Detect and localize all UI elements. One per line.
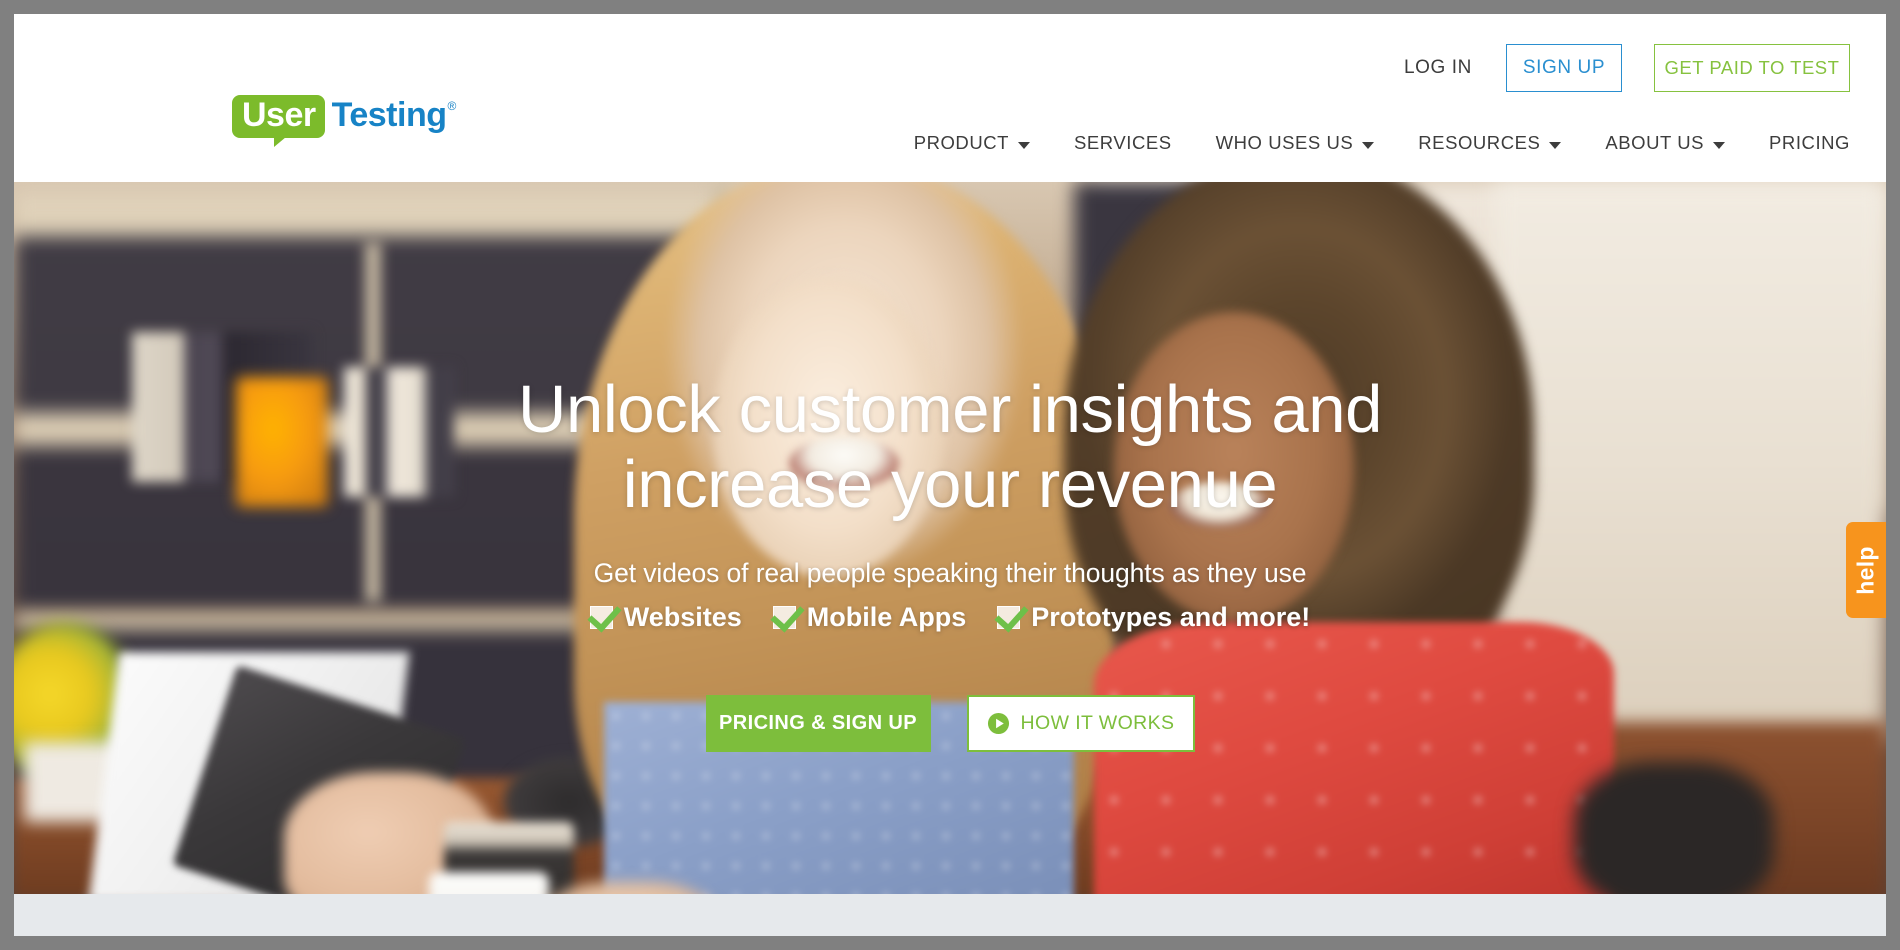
feature-label: Websites <box>623 602 742 633</box>
nav-label: SERVICES <box>1074 132 1172 153</box>
chevron-down-icon <box>1362 141 1375 149</box>
how-it-works-button[interactable]: HOW IT WORKS <box>966 695 1195 753</box>
logo-word-text: Testing <box>331 96 447 134</box>
nav-item-who-uses-us[interactable]: WHO USES US <box>1216 132 1375 154</box>
get-paid-to-test-button[interactable]: GET PAID TO TEST <box>1654 44 1850 92</box>
checkbox-checked-icon <box>997 606 1021 630</box>
help-tab-label: help <box>1852 545 1879 595</box>
browser-viewport: LOG IN SIGN UP GET PAID TO TEST User Tes… <box>14 14 1886 936</box>
logo-badge: User <box>232 95 325 147</box>
nav-label: WHO USES US <box>1215 132 1354 153</box>
nav-label: PRICING <box>1769 132 1850 153</box>
chevron-down-icon <box>1018 141 1031 149</box>
nav-item-services[interactable]: SERVICES <box>1074 132 1172 154</box>
registered-trademark-icon: ® <box>447 99 457 113</box>
nav-item-resources[interactable]: RESOURCES <box>1418 132 1562 154</box>
feature-item-websites: Websites <box>589 602 742 633</box>
pricing-and-sign-up-button[interactable]: PRICING & SIGN UP <box>705 695 931 753</box>
nav-label: RESOURCES <box>1418 132 1541 153</box>
hero-feature-list: Websites Mobile Apps Prototypes and more… <box>589 602 1310 633</box>
nav-item-pricing[interactable]: PRICING <box>1769 132 1850 154</box>
chevron-down-icon <box>1549 141 1562 149</box>
hero-cta-group: PRICING & SIGN UP HOW IT WORKS <box>705 695 1195 753</box>
utility-nav: LOG IN SIGN UP GET PAID TO TEST <box>1404 44 1850 92</box>
log-in-link[interactable]: LOG IN <box>1404 57 1506 79</box>
checkbox-checked-icon <box>589 606 613 630</box>
nav-item-product[interactable]: PRODUCT <box>913 132 1031 154</box>
usertesting-logo[interactable]: User Testing ® <box>232 95 457 147</box>
hero-section: Unlock customer insights and increase yo… <box>14 182 1886 894</box>
hero-subheadline: Get videos of real people speaking their… <box>593 558 1307 589</box>
feature-label: Prototypes and more! <box>1031 602 1311 633</box>
main-navigation: PRODUCT SERVICES WHO USES US RESOURCES A… <box>914 132 1850 154</box>
nav-label: PRODUCT <box>913 132 1010 153</box>
feature-label: Mobile Apps <box>806 602 967 633</box>
site-header: LOG IN SIGN UP GET PAID TO TEST User Tes… <box>14 14 1886 182</box>
play-circle-icon <box>987 713 1009 735</box>
how-it-works-label: HOW IT WORKS <box>1020 712 1175 735</box>
page-bottom-section <box>14 894 1886 936</box>
nav-label: ABOUT US <box>1605 132 1705 153</box>
feature-item-prototypes: Prototypes and more! <box>997 602 1310 633</box>
hero-headline: Unlock customer insights and increase yo… <box>518 372 1382 523</box>
nav-item-about-us[interactable]: ABOUT US <box>1605 132 1726 154</box>
sign-up-button[interactable]: SIGN UP <box>1506 44 1622 92</box>
help-tab-button[interactable]: help <box>1846 522 1886 618</box>
logo-badge-text: User <box>242 96 316 134</box>
feature-item-mobile-apps: Mobile Apps <box>772 602 967 633</box>
checkbox-checked-icon <box>772 606 796 630</box>
chevron-down-icon <box>1713 141 1726 149</box>
hero-content: Unlock customer insights and increase yo… <box>14 182 1886 894</box>
